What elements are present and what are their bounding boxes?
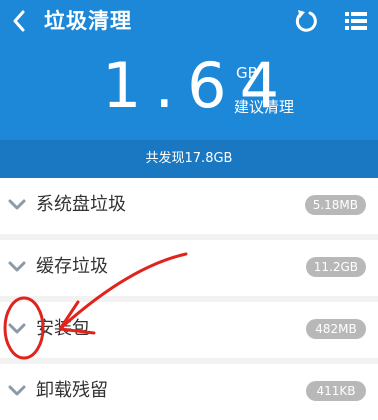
refresh-button[interactable]: [290, 6, 322, 36]
list-item-uninstall-residue[interactable]: 卸载残留 411KB: [0, 364, 378, 420]
summary-bar: 共发现17.8GB: [0, 140, 378, 178]
top-bar: 垃圾清理: [0, 0, 378, 44]
list-item-label: 缓存垃圾: [36, 256, 108, 277]
back-button[interactable]: [6, 6, 34, 36]
list-item-label: 系统盘垃圾: [36, 194, 126, 215]
refresh-icon: [295, 10, 317, 32]
size-badge: 5.18MB: [304, 195, 366, 215]
menu-button[interactable]: [340, 6, 372, 36]
list-item-system-junk[interactable]: 系统盘垃圾 5.18MB: [0, 178, 378, 234]
chevron-down-icon: [8, 199, 26, 210]
size-badge: 11.2GB: [305, 257, 366, 277]
page-title: 垃圾清理: [44, 9, 132, 33]
size-badge: 482MB: [306, 319, 366, 339]
chevron-down-icon: [8, 385, 26, 396]
list-item-cache-junk[interactable]: 缓存垃圾 11.2GB: [0, 240, 378, 296]
header: 垃圾清理 1.64 GB 建议清理: [0, 0, 378, 140]
list-item-label: 安装包: [36, 318, 90, 339]
list-item-label: 卸载残留: [36, 380, 108, 401]
suggestion-label: 建议清理: [234, 98, 295, 116]
junk-size-unit: GB: [236, 64, 258, 82]
chevron-down-icon: [8, 261, 26, 272]
list-menu-icon: [345, 12, 367, 30]
chevron-down-icon: [8, 323, 26, 334]
list-item-install-packages[interactable]: 安装包 482MB: [0, 302, 378, 358]
size-badge: 411KB: [306, 381, 366, 401]
chevron-left-icon: [13, 10, 25, 32]
